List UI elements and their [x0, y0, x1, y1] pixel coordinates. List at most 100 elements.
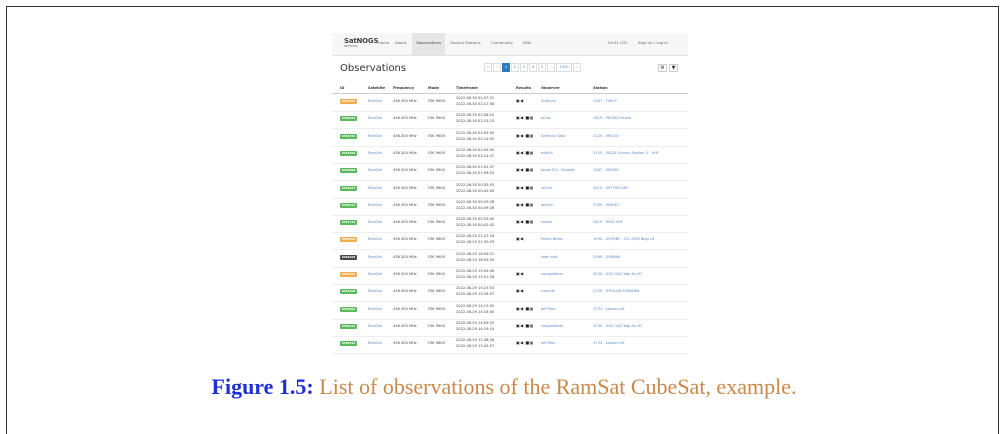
observation-id-badge[interactable]: 6461650	[340, 150, 357, 156]
col-observer[interactable]: Observer	[541, 86, 560, 90]
table-row: 6459108 RamSat 436.300 MHz FSK 9600 2022-08-…	[332, 284, 688, 303]
timeframe-end: 2022-08-29 12:42:57	[456, 344, 495, 349]
observer-link[interactable]: usugestaem	[541, 272, 563, 277]
col-station[interactable]: Station	[593, 86, 608, 90]
station-link[interactable]: 2069 - ZS6NNA	[593, 255, 621, 260]
observation-id-badge[interactable]: 6459123	[340, 323, 357, 329]
page-link[interactable]: 1	[502, 63, 510, 72]
satellite-link[interactable]: RamSat	[368, 324, 382, 329]
satellite-link[interactable]: RamSat	[368, 237, 382, 242]
page-link[interactable]: «	[484, 63, 492, 72]
observation-id-badge[interactable]: 6460898	[340, 168, 357, 174]
col-timeframe[interactable]: Timeframe	[456, 86, 478, 90]
station-link[interactable]: 1587 - 9S8XM	[593, 168, 618, 173]
satellite-link[interactable]: RamSat	[368, 168, 382, 173]
observer-link[interactable]: Jeff Moe	[541, 307, 555, 312]
observer-link[interactable]: kissek	[541, 220, 552, 225]
page-link[interactable]: ›	[573, 63, 581, 72]
observation-id-badge[interactable]: 6458120	[340, 341, 357, 347]
satellite-link[interactable]: RamSat	[368, 255, 382, 260]
observation-id-badge[interactable]: 6461764	[340, 133, 357, 139]
results-icons: ▣◀ ■▦	[516, 132, 534, 138]
observer-link[interactable]: usugestaem	[541, 324, 563, 329]
station-link[interactable]: 2733 - spacecruft	[593, 307, 625, 312]
page-link[interactable]: 1350	[556, 63, 572, 72]
station-link[interactable]: 2012 - SP7THR-UHF	[593, 186, 628, 191]
satellite-link[interactable]: RamSat	[368, 289, 382, 294]
station-link[interactable]: 2789 - PA9SEC	[593, 203, 619, 208]
observer-link[interactable]: Anthony	[541, 99, 556, 104]
observation-id-badge[interactable]: 6459108	[340, 289, 357, 295]
page-link[interactable]: 3	[520, 63, 528, 72]
settings-gear-icon[interactable]: ⚙	[658, 64, 667, 72]
satellite-link[interactable]: RamSat	[368, 307, 382, 312]
satellite-link[interactable]: RamSat	[368, 99, 382, 104]
nav-observations[interactable]: Observations	[416, 40, 441, 46]
station-link[interactable]: 2030 - USU GAS Yagi Az+El	[593, 324, 642, 329]
observer-link[interactable]: sp7mr	[541, 186, 552, 191]
satellite-link[interactable]: RamSat	[368, 116, 382, 121]
satellite-link[interactable]: RamSat	[368, 151, 382, 156]
col-satellite[interactable]: Satellite	[368, 86, 385, 90]
col-id[interactable]: ID	[340, 86, 344, 90]
observer-link[interactable]: rmarnik	[541, 289, 555, 294]
observer-link[interactable]: Jeff Moe	[541, 341, 555, 346]
satellite-link[interactable]: RamSat	[368, 341, 382, 346]
observer-link[interactable]: Pekon Betas	[541, 237, 563, 242]
observation-id-badge[interactable]: 6458722	[340, 202, 357, 208]
nav-ground-stations[interactable]: Ground Stations	[450, 40, 481, 46]
nav-community[interactable]: Community	[491, 40, 513, 46]
filter-icon[interactable]: ▼	[669, 64, 678, 72]
observation-id-badge[interactable]: 6459227	[340, 185, 357, 191]
nav-about[interactable]: About	[395, 40, 406, 46]
nav-wiki[interactable]: Wiki	[523, 40, 531, 46]
satellite-link[interactable]: RamSat	[368, 186, 382, 191]
observation-id-badge[interactable]: 6458662	[340, 306, 357, 312]
observer-link[interactable]: jbeach	[541, 203, 553, 208]
observation-id-badge[interactable]: 6461284	[340, 99, 357, 104]
col-results[interactable]: Results	[516, 86, 531, 90]
station-link[interactable]: 2733 - spacecruft	[593, 341, 625, 346]
satellite-link[interactable]: RamSat	[368, 203, 382, 208]
station-link[interactable]: 2155 - PE2JD Ground Station 2 - UHF	[593, 151, 659, 156]
nav-home[interactable]: Home	[378, 40, 389, 46]
frequency-cell: 436.300 MHz	[393, 150, 417, 155]
frequency-cell: 436.300 MHz	[393, 133, 417, 138]
satellite-link[interactable]: RamSat	[368, 220, 382, 225]
observer-link[interactable]: pi2bs	[541, 116, 551, 121]
station-link[interactable]: 1367 - F4KLP	[593, 99, 617, 104]
page-link[interactable]: 5	[538, 63, 546, 72]
table-row: 6461284 RamSat 436.300 MHz FSK 9600 2022-08-…	[332, 94, 688, 112]
col-frequency[interactable]: Frequency	[393, 86, 414, 90]
station-link[interactable]: 2415 - RIVO UHF	[593, 220, 623, 225]
table-row: 6455839 RamSat 436.300 MHz FSK 9600 2022-08-…	[332, 232, 688, 251]
page-link[interactable]: 4	[529, 63, 537, 72]
satellite-link[interactable]: RamSat	[368, 272, 382, 277]
mode-cell: FSK 9600	[428, 150, 445, 155]
signin-link[interactable]: Sign Up / Log In	[638, 40, 668, 46]
observer-link[interactable]: koen kalt	[541, 255, 557, 260]
observation-id-badge[interactable]: 6459916	[340, 116, 357, 122]
page-link[interactable]: ...	[547, 63, 555, 72]
satellite-link[interactable]: RamSat	[368, 134, 382, 139]
observation-id-badge[interactable]: 6459122	[340, 272, 357, 277]
page-title: Observations	[340, 63, 407, 74]
satnogs-logo[interactable]: SatNOGS NETWORK	[344, 37, 379, 51]
station-link[interactable]: 2030 - USU GAS Yagi Az+El	[593, 272, 642, 277]
observer-link[interactable]: mtb3n	[541, 151, 553, 156]
station-link[interactable]: 1994 - SV9QBF - 4TL-SQM Blog v3	[593, 237, 654, 242]
mode-cell: FSK 9600	[428, 341, 445, 346]
page-link[interactable]: ‹	[493, 63, 501, 72]
mode-cell: FSK 9600	[428, 133, 445, 138]
page-link[interactable]: 2	[511, 63, 519, 72]
station-link[interactable]: 2129 - 5BOGU	[593, 134, 619, 139]
station-link[interactable]: 1619 - PE2BS Ermelo	[593, 116, 631, 121]
station-link[interactable]: 2159 - IT0OLAB SV9NDRA	[593, 289, 640, 294]
observation-id-badge[interactable]: 6455839	[340, 237, 357, 243]
observer-link[interactable]: Jacob D.C. Silvaste	[541, 168, 575, 173]
observation-id-badge[interactable]: 6460105	[340, 254, 357, 260]
observation-id-badge[interactable]: 6461716	[340, 220, 357, 226]
observer-link[interactable]: Anthony Vasz	[541, 134, 565, 139]
mode-cell: FSK 9600	[428, 306, 445, 311]
col-mode[interactable]: Mode	[428, 86, 439, 90]
